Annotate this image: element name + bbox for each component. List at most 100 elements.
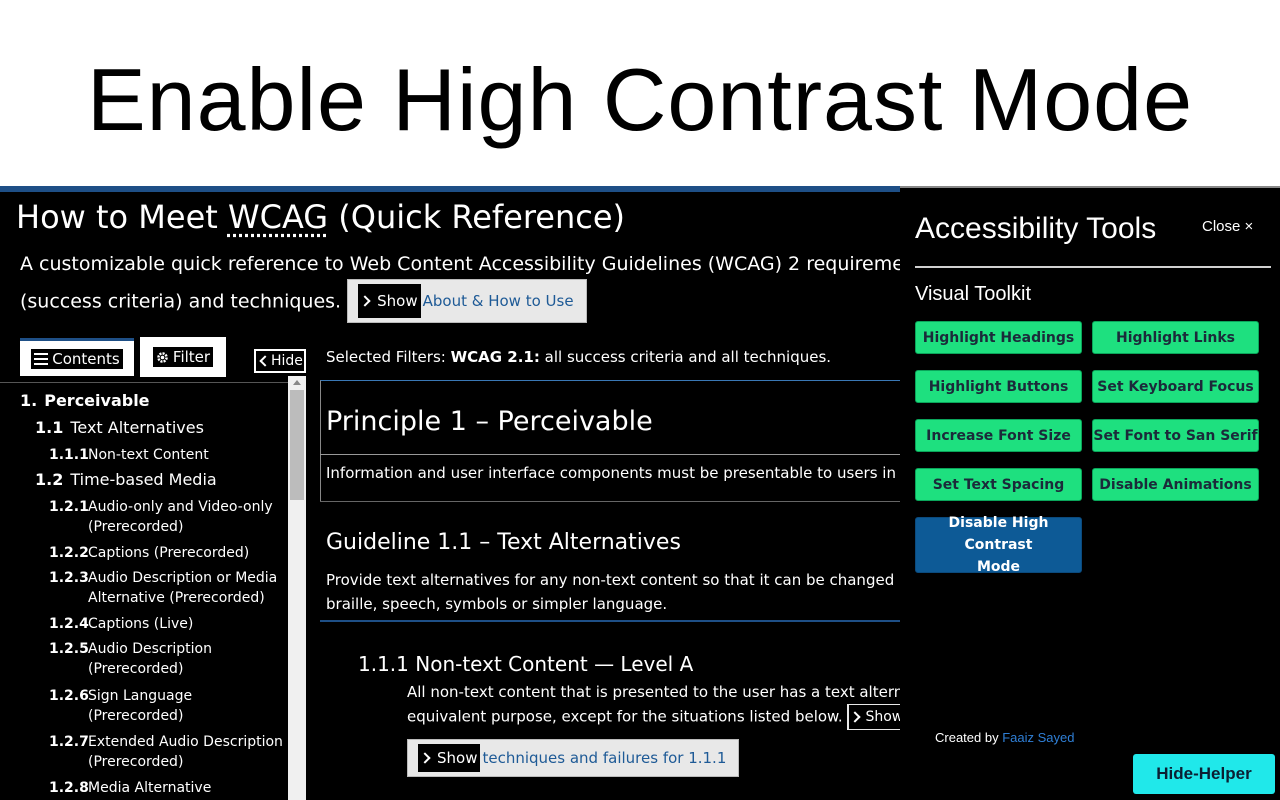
close-button[interactable]: Close × — [1202, 218, 1253, 235]
toc-item-label: Media Alternative — [88, 780, 212, 796]
toc-item-label: Audio Description or Media — [88, 570, 278, 586]
highlight-headings-button[interactable]: Highlight Headings — [915, 321, 1082, 354]
tab-filter[interactable]: Filter — [140, 337, 226, 377]
disable-high-contrast-button[interactable]: Disable High Contrast Mode — [915, 515, 1082, 575]
hide-label: Hide — [271, 353, 303, 369]
show-techniques-button[interactable]: Show techniques and failures for 1.1.1 — [407, 739, 740, 777]
sc-show-label-box: Show — [849, 705, 900, 729]
list-icon — [34, 352, 49, 365]
scroll-up-icon[interactable] — [293, 380, 301, 385]
show-about-button[interactable]: Show About & How to Use — [347, 279, 587, 323]
show-full-description-button[interactable]: Showful — [847, 704, 900, 730]
intro-line-1: A customizable quick reference to Web Co… — [20, 253, 900, 275]
intro-line-2: (success criteria) and techniques. — [20, 290, 342, 313]
chevron-right-icon — [419, 752, 431, 764]
toc-item-number: 1.2.2 — [49, 545, 89, 561]
accessibility-helper-panel: Accessibility Tools Close × Visual Toolk… — [900, 186, 1280, 800]
guideline-desc-line-1: Provide text alternatives for any non-te… — [326, 571, 900, 589]
toc-item-label: Captions (Live) — [88, 616, 194, 632]
toc-item[interactable]: 1.2.2Captions (Prerecorded) — [49, 543, 249, 563]
toc-item-label-continued: Alternative (Prerecorded) — [88, 590, 265, 606]
toc-item-label: Audio-only and Video-only — [88, 499, 273, 515]
toc-item-text: Extended Audio Description (Prerecorded) — [88, 732, 283, 772]
toc-item[interactable]: 1.2.5Audio Description (Prerecorded) — [49, 639, 212, 679]
toc-item-label: Text Alternatives — [70, 418, 204, 437]
filters-label: Selected Filters: — [326, 348, 446, 366]
toc-item-text: Audio Description (Prerecorded) — [88, 639, 212, 679]
disable-animations-button[interactable]: Disable Animations — [1092, 468, 1259, 501]
toc-item-number: 1.2.3 — [49, 570, 89, 586]
principle-box — [320, 380, 900, 502]
toc-item[interactable]: 1.1 Text Alternatives — [35, 418, 204, 437]
show-label-box: Show — [358, 284, 421, 318]
toc-item-number: 1.2.8 — [49, 780, 89, 796]
sc-desc-line-2: equivalent purpose, except for the situa… — [407, 707, 843, 726]
credit-prefix: Created by — [935, 730, 999, 745]
chevron-left-icon — [259, 355, 271, 367]
page-title-post: (Quick Reference) — [328, 198, 626, 236]
toc-item-label-continued: (Prerecorded) — [88, 519, 184, 535]
disable-high-contrast-line-1: Disable High Contrast — [948, 515, 1049, 553]
principle-divider — [320, 454, 900, 455]
toc-item-label-continued: (Prerecorded) — [88, 708, 184, 724]
toc-item-number: 1.2.1 — [49, 499, 89, 515]
banner-title: Enable High Contrast Mode — [86, 50, 1194, 149]
tab-contents-label: Contents — [52, 349, 120, 368]
tech-show-label: Show — [437, 749, 478, 767]
toc-item[interactable]: 1.2.7Extended Audio Description (Prerecor… — [49, 732, 283, 772]
tab-contents[interactable]: Contents — [20, 338, 134, 376]
about-how-to-use-label: About & How to Use — [422, 292, 574, 310]
hide-helper-button[interactable]: Hide-Helper — [1133, 754, 1275, 794]
filters-value: all success criteria and all techniques. — [544, 348, 832, 366]
toc-item[interactable]: 1.1.1Non-text Content — [49, 445, 209, 465]
disable-high-contrast-line-2: Mode — [976, 559, 1021, 575]
guideline-desc-line-2: braille, speech, symbols or simpler lang… — [326, 595, 668, 613]
tech-show-rest: techniques and failures for 1.1.1 — [482, 749, 727, 767]
toc-scrollbar[interactable] — [288, 376, 306, 800]
toc-item-text: Text Alternatives — [70, 418, 204, 437]
banner: Enable High Contrast Mode — [0, 0, 1280, 186]
toc-item[interactable]: 1.2 Time-based Media — [35, 470, 217, 489]
increase-font-size-button[interactable]: Increase Font Size — [915, 419, 1082, 452]
success-criterion-title: 1.1.1 Non-text Content — Level A — [358, 652, 694, 676]
set-keyboard-focus-button[interactable]: Set Keyboard Focus — [1092, 370, 1259, 403]
author-link[interactable]: Faaiz Sayed — [1002, 730, 1074, 745]
toc-item-text: Time-based Media — [70, 470, 216, 489]
toc-item-label: Captions (Prerecorded) — [88, 545, 250, 561]
tab-filter-inner: Filter — [152, 347, 214, 367]
toc-item-label-continued: (Prerecorded) — [88, 754, 184, 770]
toc-item-number: 1.2 — [35, 470, 64, 489]
guideline-divider — [320, 620, 900, 622]
principle-bottom-border — [320, 501, 900, 502]
highlight-links-button[interactable]: Highlight Links — [1092, 321, 1259, 354]
show-label: Show — [377, 292, 418, 310]
toc-item[interactable]: 1.2.8Media Alternative — [49, 778, 211, 798]
intro-line-2-row: (success criteria) and techniques. Show A… — [20, 279, 900, 324]
tab-filter-label: Filter — [172, 348, 211, 366]
toc-item-text: Captions (Live) — [88, 614, 193, 634]
tab-contents-inner: Contents — [31, 348, 123, 369]
highlight-buttons-button[interactable]: Highlight Buttons — [915, 370, 1082, 403]
toc-item-label: Time-based Media — [70, 470, 217, 489]
toc-item-label: Audio Description — [88, 641, 212, 657]
toc-item[interactable]: 1.2.1Audio-only and Video-only (Prerecord… — [49, 497, 273, 537]
hide-sidebar-button[interactable]: Hide — [254, 349, 306, 373]
set-font-san-serif-button[interactable]: Set Font to San Serif — [1092, 419, 1259, 452]
sc-show-label: Show — [865, 709, 900, 725]
toc-item-text: Perceivable — [44, 391, 149, 410]
scrollbar-thumb[interactable] — [290, 390, 304, 500]
toc-item[interactable]: 1. Perceivable — [20, 391, 150, 410]
toc-item-number: 1.2.7 — [49, 734, 89, 750]
toc-item-number: 1. — [20, 391, 38, 410]
set-text-spacing-button[interactable]: Set Text Spacing — [915, 468, 1082, 501]
chevron-right-icon — [359, 295, 371, 307]
toc-item-number: 1.2.4 — [49, 616, 89, 632]
toc-item[interactable]: 1.2.3Audio Description or Media Alternati… — [49, 568, 277, 608]
toc-item-text: Sign Language (Prerecorded) — [88, 686, 192, 726]
toc-item[interactable]: 1.2.6Sign Language (Prerecorded) — [49, 686, 192, 726]
toc-item-label: Extended Audio Description — [88, 734, 283, 750]
toc-item-number: 1.1 — [35, 418, 64, 437]
toc-item[interactable]: 1.2.4Captions (Live) — [49, 614, 193, 634]
helper-divider — [915, 266, 1271, 268]
guideline-description: Provide text alternatives for any non-te… — [326, 568, 900, 616]
